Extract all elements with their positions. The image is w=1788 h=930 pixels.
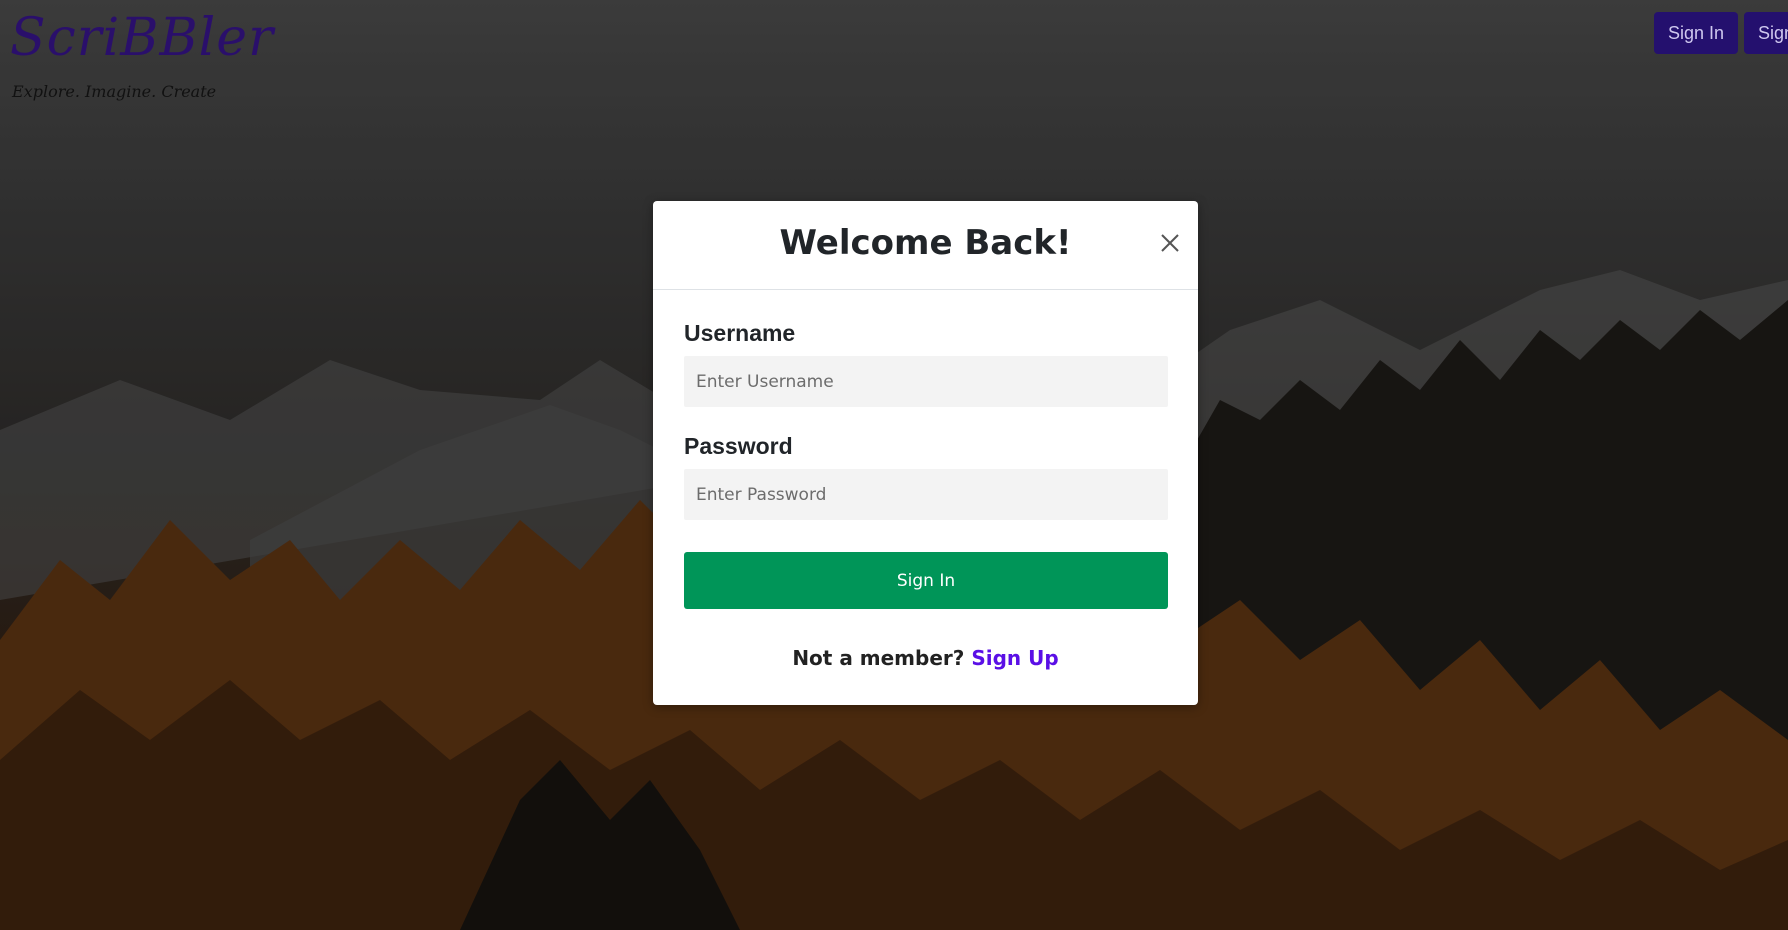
signup-link[interactable]: Sign Up <box>971 646 1058 670</box>
not-member-text: Not a member? <box>792 646 965 670</box>
modal-title: Welcome Back! <box>779 223 1072 263</box>
password-group: Password <box>684 433 1168 520</box>
top-nav: Sign In Sign Up <box>1653 12 1788 54</box>
close-icon <box>1161 234 1179 252</box>
modal-body: Username Password Sign In Not a member? … <box>653 290 1198 670</box>
close-button[interactable] <box>1156 229 1184 257</box>
login-modal: Welcome Back! Username Password Sign In … <box>653 201 1198 705</box>
nav-sign-in-button[interactable]: Sign In <box>1653 12 1738 54</box>
signup-prompt: Not a member? Sign Up <box>684 646 1167 670</box>
brand: ScriBBler Explore. Imagine. Create <box>10 8 274 101</box>
brand-logo[interactable]: ScriBBler <box>10 8 274 68</box>
page: ScriBBler Explore. Imagine. Create Sign … <box>0 0 1788 930</box>
modal-header: Welcome Back! <box>653 201 1198 290</box>
nav-sign-up-button[interactable]: Sign Up <box>1744 12 1788 54</box>
password-label: Password <box>684 433 793 459</box>
sign-in-submit-button[interactable]: Sign In <box>684 552 1168 609</box>
brand-tagline: Explore. Imagine. Create <box>12 82 217 101</box>
username-input[interactable] <box>684 356 1168 407</box>
username-group: Username <box>684 320 1168 407</box>
username-label: Username <box>684 320 796 346</box>
password-input[interactable] <box>684 469 1168 520</box>
